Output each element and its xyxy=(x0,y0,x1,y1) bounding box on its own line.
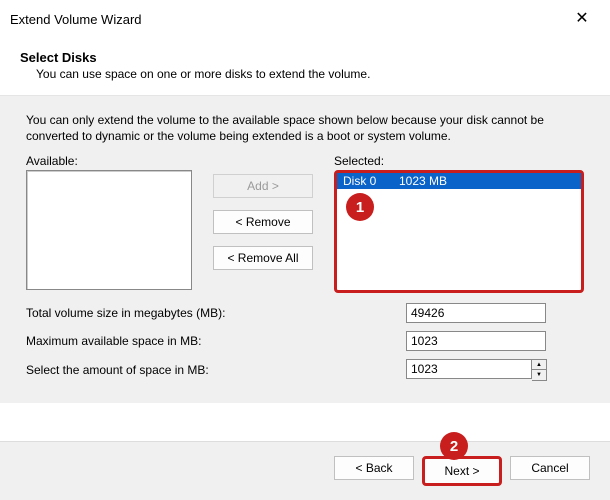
annotation-callout-2: 2 xyxy=(440,432,468,460)
total-size-input xyxy=(406,303,546,323)
explanation-text: You can only extend the volume to the av… xyxy=(26,112,584,144)
page-subtitle: You can use space on one or more disks t… xyxy=(20,67,590,81)
disk-size: 1023 MB xyxy=(399,174,447,188)
amount-label: Select the amount of space in MB: xyxy=(26,363,406,377)
total-size-label: Total volume size in megabytes (MB): xyxy=(26,306,406,320)
selected-listbox[interactable]: Disk 0 1023 MB xyxy=(334,170,584,293)
amount-spinner: ▲ ▼ xyxy=(406,359,547,381)
total-size-row: Total volume size in megabytes (MB): xyxy=(26,303,584,323)
list-item[interactable]: Disk 0 1023 MB xyxy=(337,173,581,189)
available-label: Available: xyxy=(26,154,192,168)
window-title: Extend Volume Wizard xyxy=(10,12,142,27)
remove-button[interactable]: < Remove xyxy=(213,210,313,234)
cancel-button[interactable]: Cancel xyxy=(510,456,590,480)
selected-column: Selected: Disk 0 1023 MB xyxy=(334,154,584,293)
available-listbox[interactable] xyxy=(26,170,192,290)
size-fields: Total volume size in megabytes (MB): Max… xyxy=(26,303,584,381)
remove-all-button[interactable]: < Remove All xyxy=(213,246,313,270)
spinner-buttons: ▲ ▼ xyxy=(532,359,547,381)
amount-input[interactable] xyxy=(406,359,532,379)
wizard-footer: < Back Next > Cancel xyxy=(0,441,610,500)
annotation-callout-1: 1 xyxy=(346,193,374,221)
spinner-down-button[interactable]: ▼ xyxy=(532,370,546,380)
amount-row: Select the amount of space in MB: ▲ ▼ xyxy=(26,359,584,381)
disk-columns: Available: Add > < Remove < Remove All S… xyxy=(26,154,584,293)
page-title: Select Disks xyxy=(20,50,590,65)
selected-label: Selected: xyxy=(334,154,584,168)
disk-name: Disk 0 xyxy=(343,174,399,188)
max-space-row: Maximum available space in MB: xyxy=(26,331,584,351)
available-column: Available: xyxy=(26,154,192,293)
back-button[interactable]: < Back xyxy=(334,456,414,480)
wizard-header: Select Disks You can use space on one or… xyxy=(0,38,610,95)
max-space-label: Maximum available space in MB: xyxy=(26,334,406,348)
titlebar: Extend Volume Wizard ✕ xyxy=(0,0,610,38)
close-button[interactable]: ✕ xyxy=(564,6,600,32)
spinner-up-button[interactable]: ▲ xyxy=(532,360,546,370)
add-button: Add > xyxy=(213,174,313,198)
next-button[interactable]: Next > xyxy=(422,456,502,486)
max-space-input xyxy=(406,331,546,351)
transfer-buttons: Add > < Remove < Remove All xyxy=(208,154,318,293)
content-area: You can only extend the volume to the av… xyxy=(0,95,610,403)
